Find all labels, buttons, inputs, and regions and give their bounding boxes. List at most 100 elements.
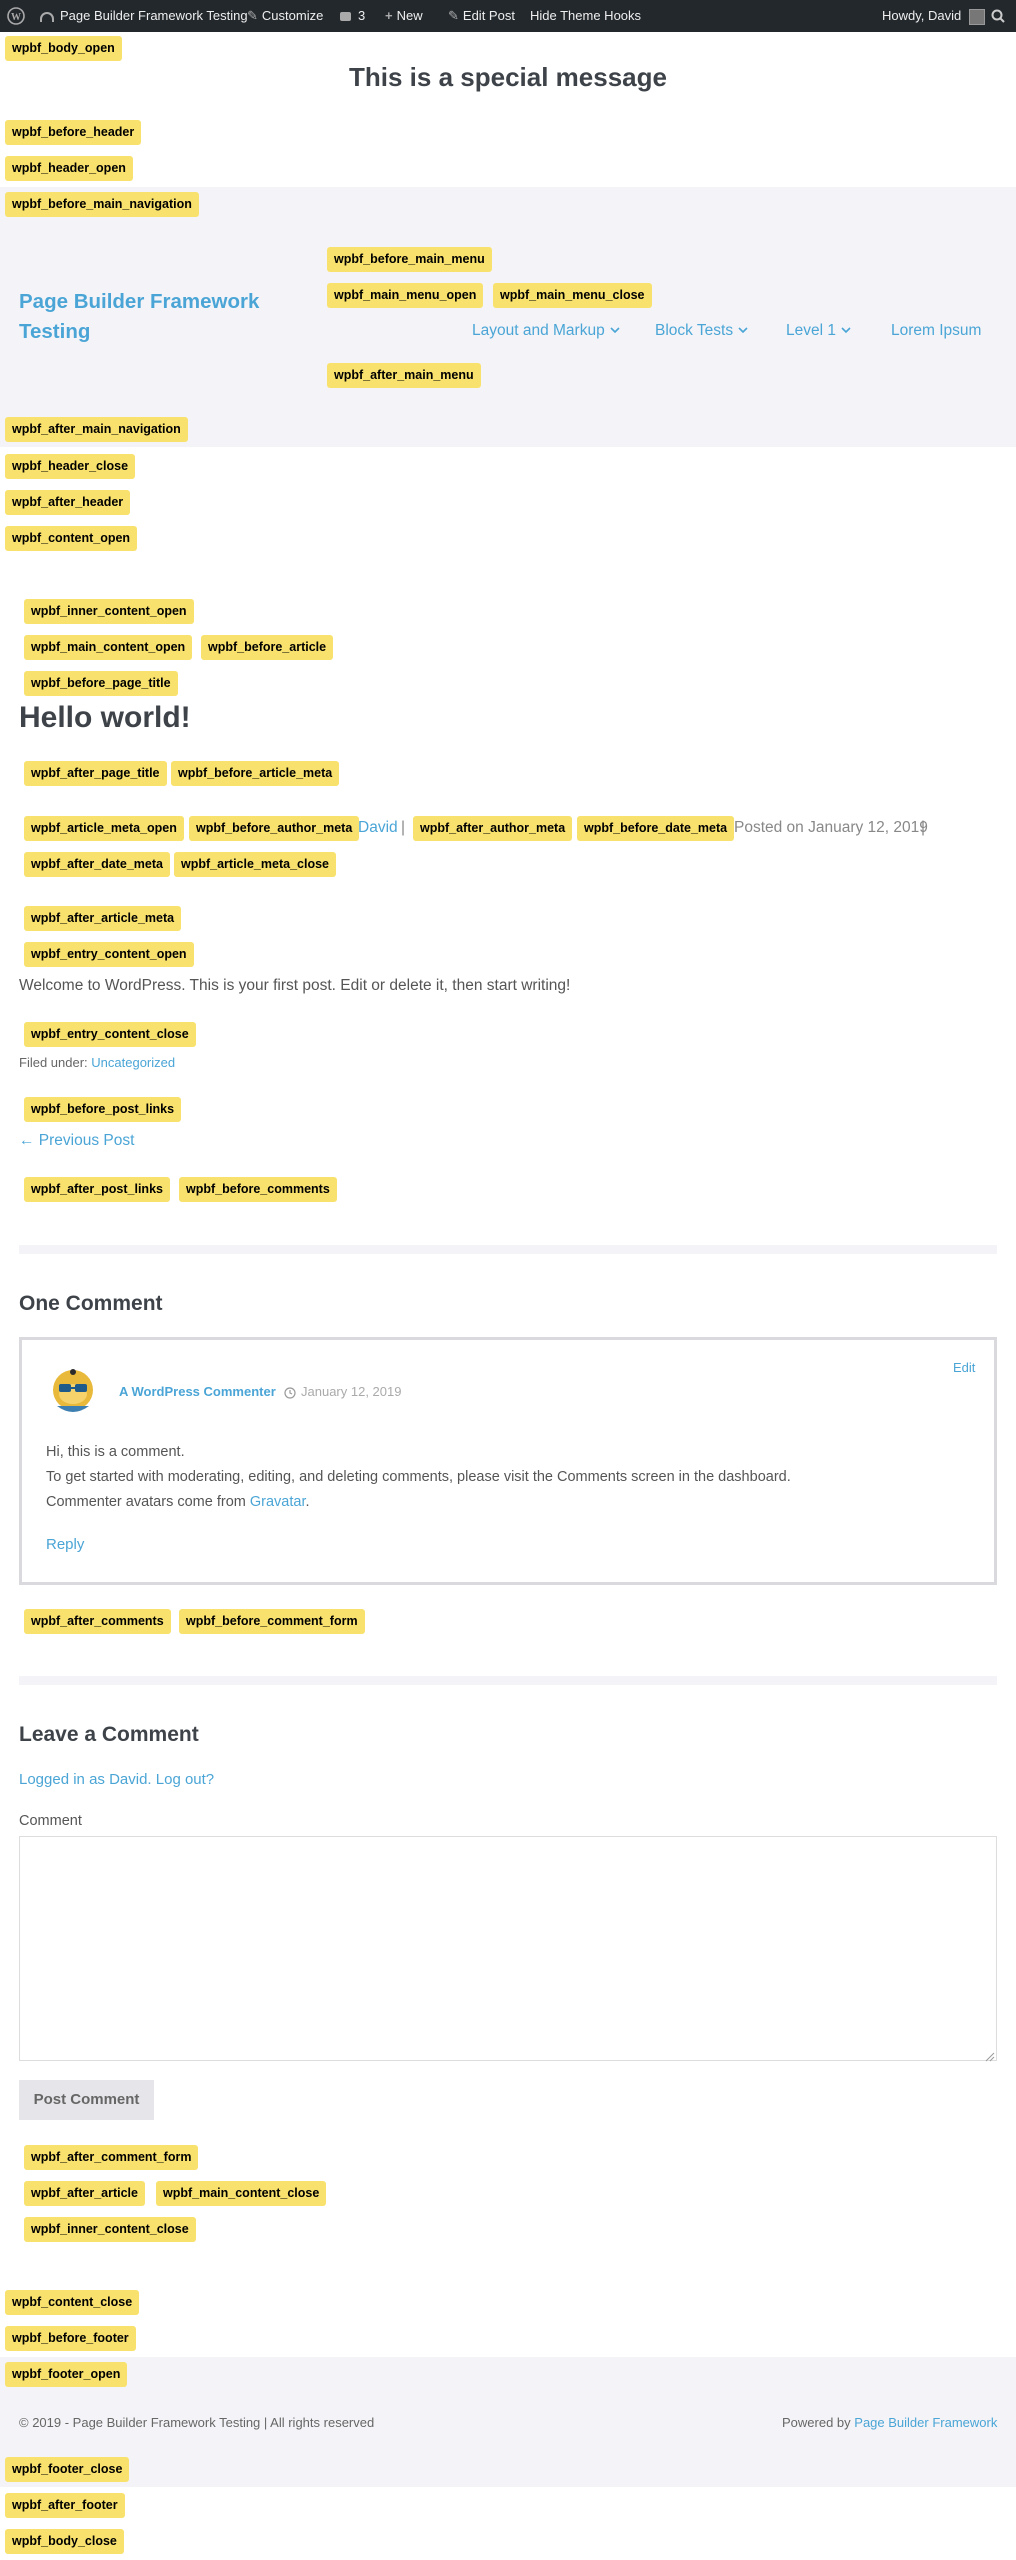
plus-icon: + bbox=[385, 8, 393, 23]
meta-separator: | bbox=[401, 819, 406, 836]
edit-post-link[interactable]: ✎ Edit Post bbox=[448, 0, 515, 32]
post-date: Posted on January 12, 2019 bbox=[734, 819, 928, 836]
hook-header-open: wpbf_header_open bbox=[5, 156, 133, 181]
hook-after-post-links: wpbf_after_post_links bbox=[24, 1177, 170, 1202]
nav-item-lorem-ipsum[interactable]: Lorem Ipsum bbox=[891, 322, 981, 340]
brush-icon: ✎ bbox=[247, 8, 258, 23]
new-content-link[interactable]: + New bbox=[385, 0, 423, 32]
hook-after-author-meta: wpbf_after_author_meta bbox=[413, 816, 573, 841]
hook-footer-close: wpbf_footer_close bbox=[5, 2457, 130, 2482]
comments-heading: One Comment bbox=[19, 1292, 163, 1315]
comment-form-heading: Leave a Comment bbox=[19, 1723, 199, 1746]
gravatar-link[interactable]: Gravatar bbox=[250, 1494, 306, 1510]
hook-after-comment-form: wpbf_after_comment_form bbox=[24, 2145, 199, 2170]
hook-after-comments: wpbf_after_comments bbox=[24, 1609, 171, 1634]
search-icon[interactable] bbox=[990, 0, 1006, 32]
date-separator: | bbox=[921, 819, 926, 836]
hook-before-footer: wpbf_before_footer bbox=[5, 2326, 136, 2351]
hook-article-meta-close: wpbf_article_meta_close bbox=[174, 852, 336, 877]
hook-inner-content-open: wpbf_inner_content_open bbox=[24, 599, 194, 624]
chevron-down-icon bbox=[610, 327, 620, 334]
previous-post-link[interactable]: ← Previous Post bbox=[19, 1132, 134, 1150]
my-account-link[interactable]: Howdy, David bbox=[882, 0, 985, 32]
hook-main-menu-open: wpbf_main_menu_open bbox=[327, 283, 484, 308]
comment-line-2: To get started with moderating, editing,… bbox=[46, 1469, 791, 1485]
hook-inner-content-close: wpbf_inner_content_close bbox=[24, 2217, 196, 2242]
hook-before-main-navigation: wpbf_before_main_navigation bbox=[5, 192, 199, 217]
page-title: Hello world! bbox=[19, 701, 191, 734]
post-comment-button[interactable]: Post Comment bbox=[19, 2080, 154, 2120]
hook-after-date-meta: wpbf_after_date_meta bbox=[24, 852, 170, 877]
comment-line-3: Commenter avatars come from Gravatar. bbox=[46, 1494, 310, 1510]
hook-after-main-navigation: wpbf_after_main_navigation bbox=[5, 417, 188, 442]
footer-copyright: © 2019 - Page Builder Framework Testing … bbox=[19, 2415, 375, 2430]
commenter-avatar bbox=[49, 1366, 97, 1418]
resize-handle-icon[interactable] bbox=[985, 2049, 995, 2067]
hook-main-menu-close: wpbf_main_menu_close bbox=[493, 283, 652, 308]
logout-link[interactable]: Log out? bbox=[156, 1771, 214, 1788]
hook-after-page-title: wpbf_after_page_title bbox=[24, 761, 167, 786]
nav-item-level-1[interactable]: Level 1 bbox=[786, 322, 852, 340]
footer-powered-link[interactable]: Page Builder Framework bbox=[854, 2415, 997, 2430]
clock-icon bbox=[284, 1386, 296, 1404]
hook-header-close: wpbf_header_close bbox=[5, 454, 136, 479]
hook-after-article-meta: wpbf_after_article_meta bbox=[24, 906, 182, 931]
nav-item-layout-and-markup[interactable]: Layout and Markup bbox=[472, 322, 621, 340]
comment-line-1: Hi, this is a comment. bbox=[46, 1444, 185, 1460]
site-name-link[interactable]: Page Builder Framework Testing bbox=[40, 0, 248, 32]
hook-before-date-meta: wpbf_before_date_meta bbox=[577, 816, 735, 841]
post-content: Welcome to WordPress. This is your first… bbox=[19, 977, 571, 994]
comment-reply-link[interactable]: Reply bbox=[46, 1536, 84, 1553]
hook-after-article: wpbf_after_article bbox=[24, 2181, 145, 2206]
hide-theme-hooks-link[interactable]: Hide Theme Hooks bbox=[530, 0, 641, 32]
filed-under: Filed under: Uncategorized bbox=[19, 1055, 176, 1070]
hook-before-comments: wpbf_before_comments bbox=[179, 1177, 337, 1202]
hook-before-header: wpbf_before_header bbox=[5, 120, 142, 145]
comment-form-divider bbox=[19, 1676, 997, 1685]
hook-main-content-open: wpbf_main_content_open bbox=[24, 635, 193, 660]
hook-after-header: wpbf_after_header bbox=[5, 490, 131, 515]
admin-bar: W Page Builder Framework Testing ✎ Custom… bbox=[0, 0, 1016, 32]
hook-content-close: wpbf_content_close bbox=[5, 2290, 140, 2315]
category-link[interactable]: Uncategorized bbox=[91, 1055, 175, 1070]
customize-link[interactable]: ✎ Customize bbox=[247, 0, 323, 32]
comments-divider bbox=[19, 1245, 997, 1254]
logged-in-text: Logged in as David. Log out? bbox=[19, 1771, 214, 1788]
hook-footer-open: wpbf_footer_open bbox=[5, 2362, 128, 2387]
comment-edit-link[interactable]: Edit bbox=[953, 1360, 975, 1375]
hook-after-main-menu: wpbf_after_main_menu bbox=[327, 363, 481, 388]
comment-textarea[interactable] bbox=[19, 1836, 997, 2061]
comment-label: Comment bbox=[19, 1813, 82, 1829]
hook-before-author-meta: wpbf_before_author_meta bbox=[189, 816, 360, 841]
hook-before-post-links: wpbf_before_post_links bbox=[24, 1097, 182, 1122]
hook-body-open: wpbf_body_open bbox=[5, 36, 122, 61]
avatar bbox=[968, 8, 985, 25]
site-title-link[interactable]: Page Builder Framework Testing bbox=[19, 287, 259, 347]
hook-before-page-title: wpbf_before_page_title bbox=[24, 671, 178, 696]
dashboard-icon bbox=[40, 11, 54, 22]
author-link[interactable]: David bbox=[358, 819, 398, 837]
hook-entry-content-close: wpbf_entry_content_close bbox=[24, 1022, 196, 1047]
hook-before-article: wpbf_before_article bbox=[201, 635, 334, 660]
hook-after-footer: wpbf_after_footer bbox=[5, 2493, 125, 2518]
hook-content-open: wpbf_content_open bbox=[5, 526, 138, 551]
hook-before-main-menu: wpbf_before_main_menu bbox=[327, 247, 492, 272]
comment-card: A WordPress Commenter January 12, 2019 E… bbox=[19, 1337, 997, 1585]
comment-date: January 12, 2019 bbox=[301, 1384, 402, 1399]
footer-powered-by: Powered by Page Builder Framework bbox=[782, 2415, 998, 2430]
hook-before-comment-form: wpbf_before_comment_form bbox=[179, 1609, 365, 1634]
wordpress-logo-icon[interactable]: W bbox=[6, 0, 26, 32]
hook-article-meta-open: wpbf_article_meta_open bbox=[24, 816, 184, 841]
logged-in-link[interactable]: Logged in as David. bbox=[19, 1771, 152, 1788]
nav-item-block-tests[interactable]: Block Tests bbox=[655, 322, 749, 340]
hook-main-content-close: wpbf_main_content_close bbox=[156, 2181, 327, 2206]
chevron-down-icon bbox=[738, 327, 748, 334]
pencil-icon: ✎ bbox=[448, 8, 459, 23]
comments-link[interactable]: 3 bbox=[340, 0, 365, 32]
comment-author-link[interactable]: A WordPress Commenter bbox=[119, 1384, 276, 1399]
hook-entry-content-open: wpbf_entry_content_open bbox=[24, 942, 194, 967]
hook-before-article-meta: wpbf_before_article_meta bbox=[171, 761, 340, 786]
special-message: This is a special message bbox=[349, 62, 667, 92]
chevron-down-icon bbox=[841, 327, 851, 334]
comment-bubble-icon bbox=[340, 12, 351, 22]
